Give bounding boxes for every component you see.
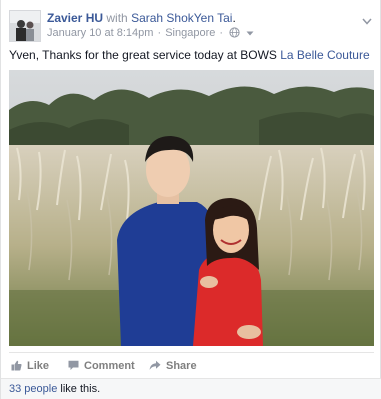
comment-button[interactable]: Comment (68, 359, 135, 373)
avatar[interactable] (9, 10, 41, 42)
like-button[interactable]: Like (11, 359, 49, 373)
post-photo[interactable] (9, 70, 374, 346)
tagged-suffix: . (232, 11, 236, 25)
page-mention-link[interactable]: La Belle Couture (280, 48, 369, 62)
comment-label: Comment (84, 360, 135, 372)
likes-suffix: like this. (57, 383, 101, 395)
chevron-down-icon[interactable] (246, 28, 254, 41)
meta-separator: · (157, 27, 162, 39)
likes-people-link[interactable]: 33 people (9, 383, 57, 395)
post-header: Zavier HU with Sarah ShokYen Tai. Januar… (9, 10, 374, 44)
author-line: Zavier HU with Sarah ShokYen Tai. (47, 11, 236, 25)
meta-separator-2: · (219, 27, 224, 39)
post-actions: Like Comment Share (9, 352, 374, 378)
with-label: with (106, 11, 128, 25)
tagged-person-link[interactable]: Sarah ShokYen Tai (131, 11, 232, 25)
facebook-post: Zavier HU with Sarah ShokYen Tai. Januar… (0, 0, 381, 399)
post-timestamp[interactable]: January 10 at 8:14pm (47, 27, 153, 39)
post-location[interactable]: Singapore (165, 27, 215, 39)
share-arrow-icon (149, 360, 161, 370)
share-label: Share (166, 360, 197, 372)
likes-summary: 33 people like this. (1, 378, 381, 399)
author-name-link[interactable]: Zavier HU (47, 11, 103, 25)
share-button[interactable]: Share (149, 359, 197, 373)
thumbs-up-icon (11, 360, 22, 371)
globe-icon[interactable] (229, 27, 240, 42)
post-message: Yven, Thanks for the great service today… (9, 47, 374, 63)
like-label: Like (27, 360, 50, 372)
message-text: Yven, Thanks for the great service today… (9, 48, 281, 62)
comment-icon (68, 360, 79, 370)
post-options-chevron-icon[interactable] (362, 12, 372, 30)
post-meta: January 10 at 8:14pm · Singapore · (47, 27, 254, 42)
